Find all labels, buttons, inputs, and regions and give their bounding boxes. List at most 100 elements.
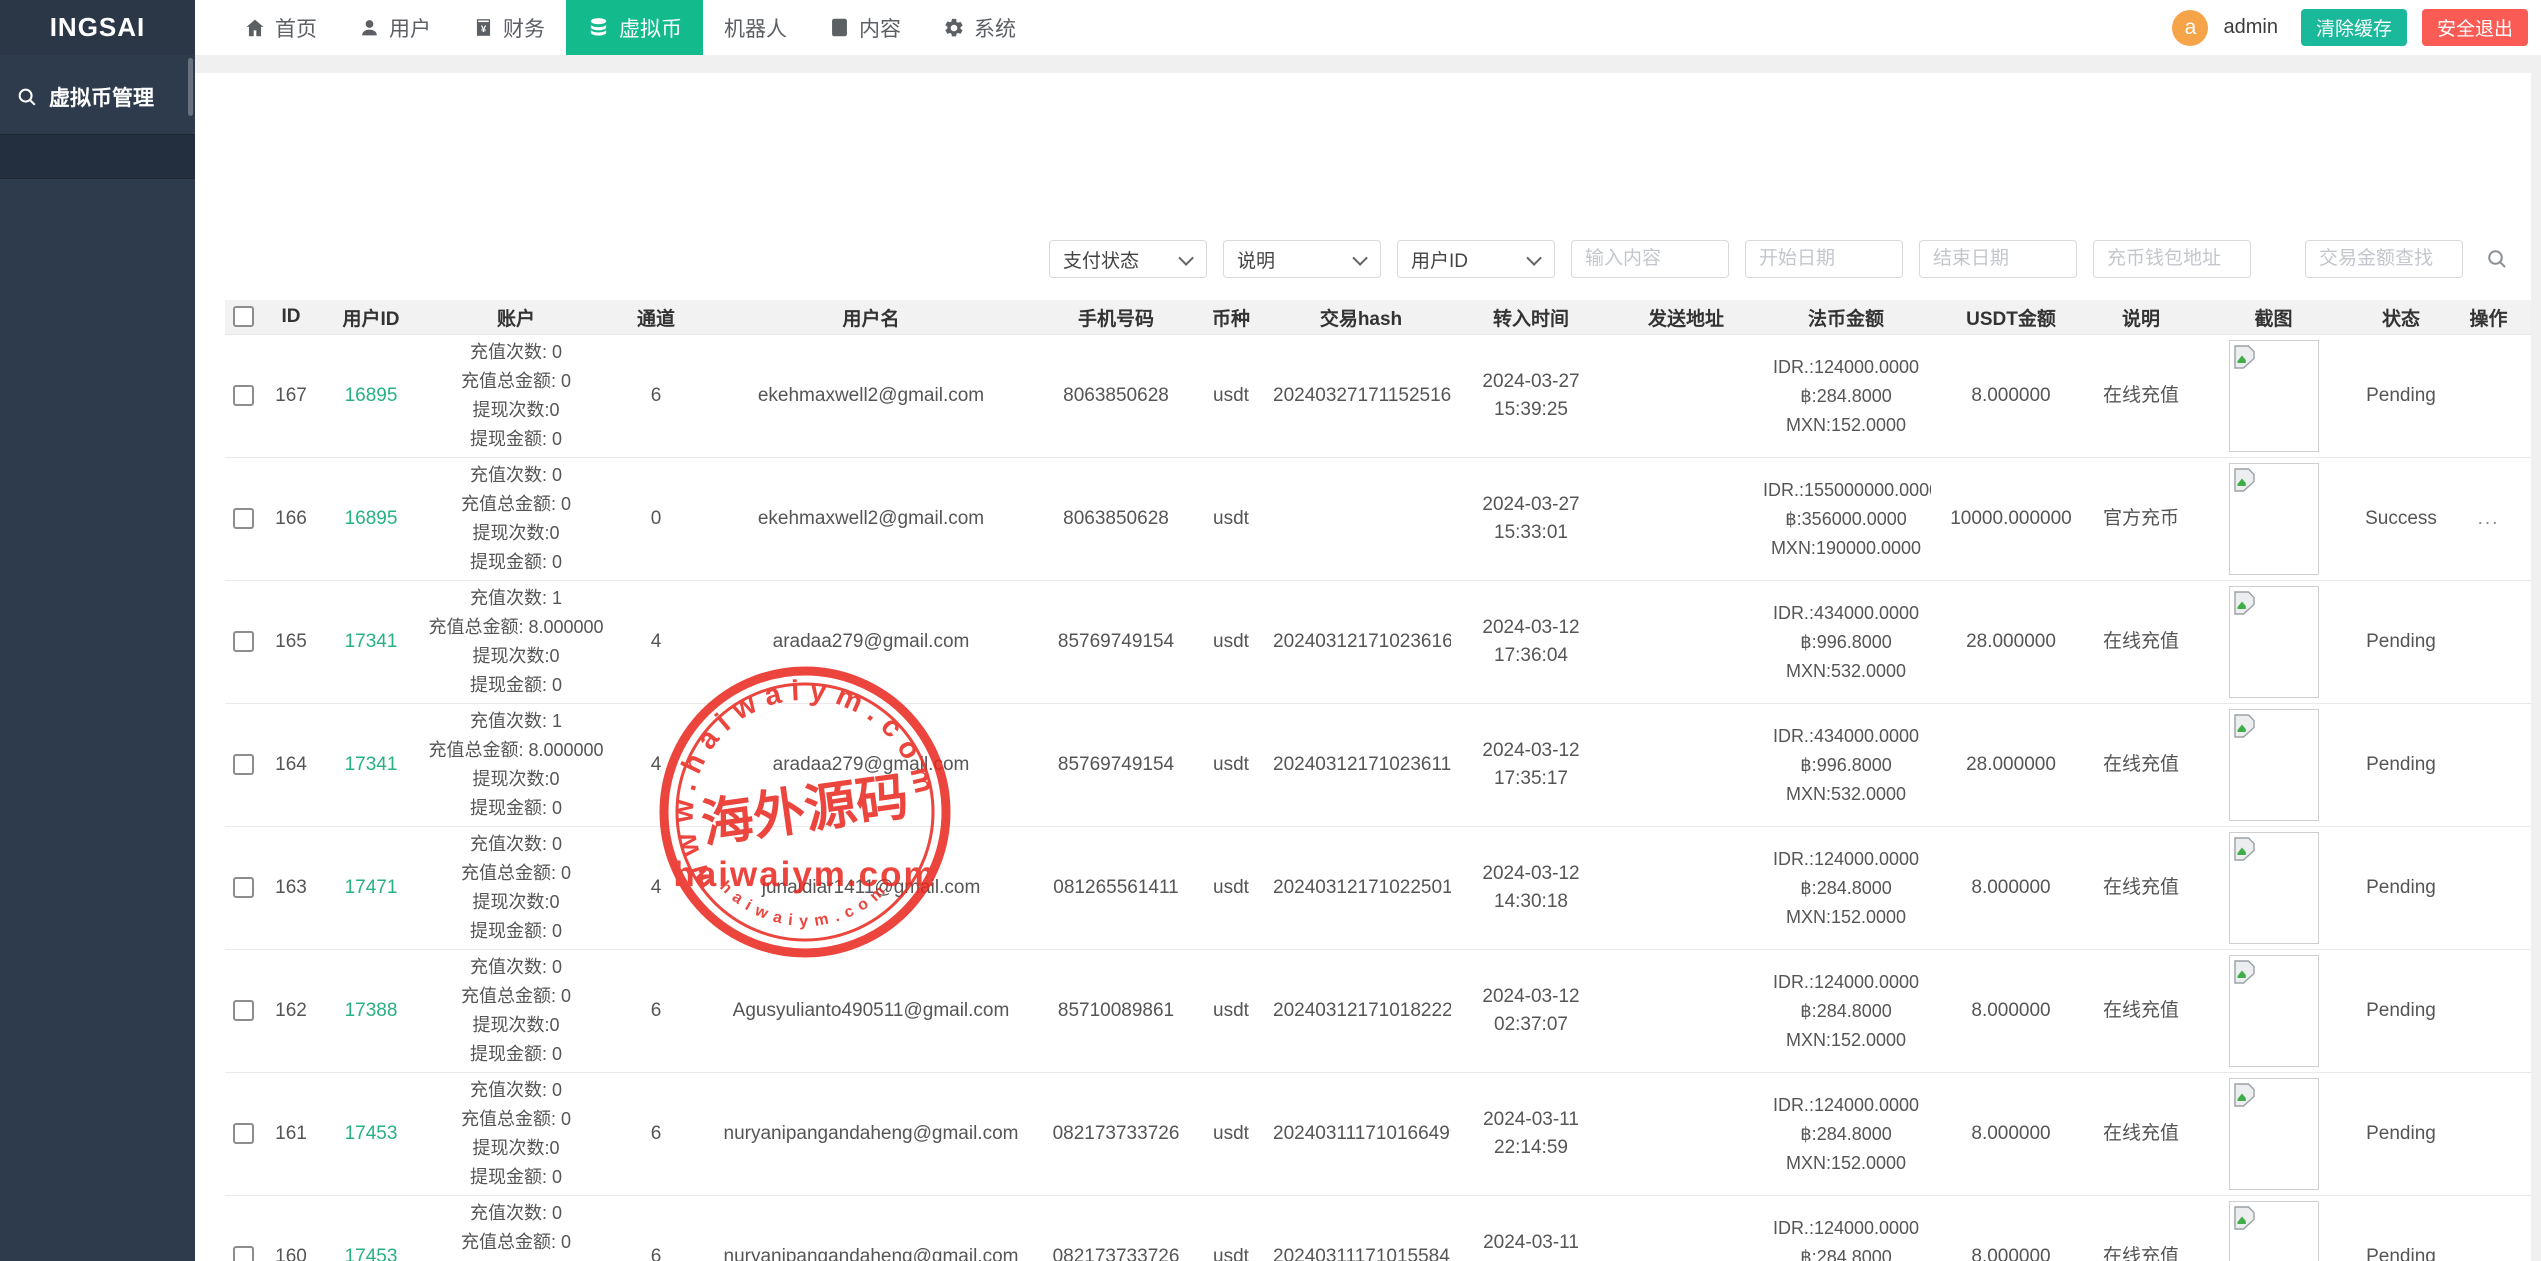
select-all-checkbox[interactable] — [233, 306, 254, 327]
logout-button[interactable]: 安全退出 — [2422, 9, 2528, 46]
broken-image-icon — [2234, 1206, 2255, 1239]
filter-input-end-date[interactable] — [1919, 240, 2077, 278]
nav-item-content[interactable]: 内容 — [808, 0, 922, 55]
nav-label-system: 系统 — [974, 13, 1016, 43]
records-table-wrap: ID用户ID账户通道用户名手机号码币种交易hash转入时间发送地址法币金额USD… — [225, 300, 2531, 1261]
table-row: 163 17471 充值次数: 0充值总金额: 0提现次数:0提现金额: 0 4… — [225, 827, 2531, 950]
sidebar-scrollbar-thumb[interactable] — [188, 58, 193, 116]
row-checkbox-cell — [225, 704, 261, 827]
column-header-9: 发送地址 — [1611, 300, 1761, 335]
cell-id: 167 — [261, 335, 321, 458]
row-action[interactable] — [2446, 335, 2531, 458]
user-id-link[interactable]: 17453 — [345, 1123, 398, 1144]
row-action[interactable] — [2446, 581, 2531, 704]
filter-input-amount-search[interactable] — [2305, 240, 2463, 278]
cell-transfer-time: 2024-03-12 02:37:07 — [1451, 950, 1611, 1073]
user-id-link[interactable]: 17471 — [345, 877, 398, 898]
cell-coin: usdt — [1191, 950, 1271, 1073]
cell-username: aradaa279@gmail.com — [701, 581, 1041, 704]
sidebar-item-wallet-address[interactable] — [0, 351, 195, 394]
brand-logo: INGSAI — [0, 0, 195, 55]
row-checkbox[interactable] — [233, 631, 254, 652]
sidebar-item-coin-config[interactable] — [0, 222, 195, 265]
row-action[interactable]: ... — [2446, 458, 2531, 581]
user-id-link[interactable]: 16895 — [345, 385, 398, 406]
filter-select-pay-status[interactable]: 支付状态 — [1049, 240, 1207, 278]
screenshot-thumb[interactable] — [2229, 955, 2319, 1067]
screenshot-thumb[interactable] — [2229, 463, 2319, 575]
row-action[interactable] — [2446, 1196, 2531, 1261]
status-text: Pending — [2356, 335, 2446, 458]
cell-coin: usdt — [1191, 581, 1271, 704]
screenshot-thumb[interactable] — [2229, 1078, 2319, 1190]
row-checkbox[interactable] — [233, 1123, 254, 1144]
filter-bar: 支付状态 说明 用户ID — [195, 240, 2509, 278]
sidebar-item-market-config[interactable] — [0, 308, 195, 351]
column-header-8: 转入时间 — [1451, 300, 1611, 335]
cell-id: 165 — [261, 581, 321, 704]
nav-item-home[interactable]: 首页 — [223, 0, 338, 55]
row-action[interactable] — [2446, 1073, 2531, 1196]
status-text: Pending — [2356, 581, 2446, 704]
filter-select-note[interactable]: 说明 — [1223, 240, 1381, 278]
screenshot-thumb[interactable] — [2229, 586, 2319, 698]
cell-phone: 082173733726 — [1041, 1196, 1191, 1261]
cell-account: 充值次数: 1充值总金额: 8.000000提现次数:0提现金额: 0 — [421, 704, 611, 827]
sidebar-item-transfer-out[interactable] — [0, 179, 195, 222]
cell-fiat-amount: IDR.:124000.0000฿:284.8000MXN:152.0000 — [1761, 1073, 1931, 1196]
admin-username[interactable]: admin — [2223, 16, 2277, 39]
row-checkbox[interactable] — [233, 508, 254, 529]
screenshot-thumb[interactable] — [2229, 709, 2319, 821]
cell-phone: 082173733726 — [1041, 1073, 1191, 1196]
cell-coin: usdt — [1191, 1073, 1271, 1196]
column-header-12: 说明 — [2091, 300, 2191, 335]
nav-label-users: 用户 — [389, 13, 431, 43]
clear-cache-button[interactable]: 清除缓存 — [2301, 9, 2407, 46]
nav-item-crypto[interactable]: 虚拟币 — [566, 0, 703, 55]
screenshot-thumb[interactable] — [2229, 340, 2319, 452]
user-id-link[interactable]: 16895 — [345, 508, 398, 529]
status-text: Pending — [2356, 950, 2446, 1073]
nav-item-finance[interactable]: ¥ 财务 — [452, 0, 566, 55]
nav-item-system[interactable]: 系统 — [922, 0, 1037, 55]
cell-transfer-time: 2024-03-11 22:14:59 — [1451, 1073, 1611, 1196]
chevron-down-icon — [1352, 250, 1368, 266]
filter-input-keyword[interactable] — [1571, 240, 1729, 278]
user-id-link[interactable]: 17341 — [345, 631, 398, 652]
cell-channel: 6 — [611, 1196, 701, 1261]
sidebar-item-daily-income[interactable] — [0, 265, 195, 308]
nav-item-robot[interactable]: 机器人 — [703, 0, 808, 55]
user-id-link[interactable]: 17453 — [345, 1246, 398, 1261]
nav-item-users[interactable]: 用户 — [338, 0, 452, 55]
cell-screenshot — [2191, 1196, 2356, 1261]
broken-image-icon — [2234, 345, 2255, 378]
column-header-2: 账户 — [421, 300, 611, 335]
screenshot-thumb[interactable] — [2229, 832, 2319, 944]
row-checkbox[interactable] — [233, 385, 254, 406]
row-action[interactable] — [2446, 950, 2531, 1073]
user-id-link[interactable]: 17388 — [345, 1000, 398, 1021]
filter-input-wallet-address[interactable] — [2093, 240, 2251, 278]
cell-user-id: 17341 — [321, 581, 421, 704]
broken-image-icon — [2234, 837, 2255, 870]
cell-coin: usdt — [1191, 1196, 1271, 1261]
cell-fiat-amount: IDR.:155000000.0000฿:356000.0000MXN:1900… — [1761, 458, 1931, 581]
row-action[interactable] — [2446, 827, 2531, 950]
filter-select-user-id[interactable]: 用户ID — [1397, 240, 1555, 278]
user-id-link[interactable]: 17341 — [345, 754, 398, 775]
row-action[interactable] — [2446, 704, 2531, 827]
cell-username: nuryanipangandaheng@gmail.com — [701, 1196, 1041, 1261]
filter-input-start-date[interactable] — [1745, 240, 1903, 278]
sidebar-item-transfer-in[interactable] — [0, 134, 195, 179]
cell-username: ekehmaxwell2@gmail.com — [701, 335, 1041, 458]
row-checkbox-cell — [225, 827, 261, 950]
gear-icon — [943, 17, 965, 39]
row-checkbox[interactable] — [233, 1246, 254, 1261]
cell-account: 充值次数: 0充值总金额: 0提现次数:0提现金额: 0 — [421, 1196, 611, 1261]
row-checkbox[interactable] — [233, 1000, 254, 1021]
magnifier-icon[interactable] — [2485, 247, 2509, 271]
screenshot-thumb[interactable] — [2229, 1201, 2319, 1261]
row-checkbox[interactable] — [233, 877, 254, 898]
row-checkbox[interactable] — [233, 754, 254, 775]
avatar[interactable]: a — [2172, 10, 2208, 46]
